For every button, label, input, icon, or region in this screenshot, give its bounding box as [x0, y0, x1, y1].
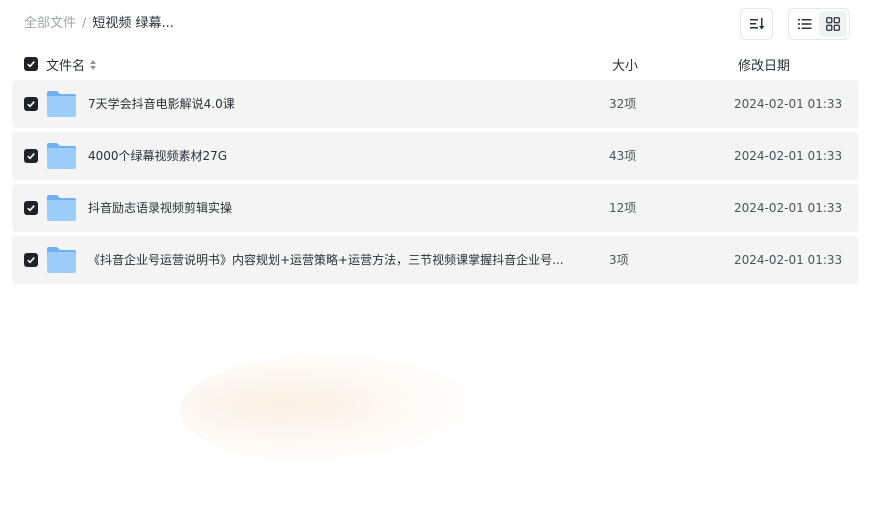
name-column-label: 文件名 [46, 59, 86, 74]
file-size: 32项 [609, 97, 637, 111]
sort-icon [749, 18, 764, 30]
size-column-header[interactable]: 大小 [612, 55, 638, 74]
folder-icon [47, 91, 76, 117]
date-column-header[interactable]: 修改日期 [738, 55, 790, 74]
breadcrumb-root-link[interactable]: 全部文件 [24, 16, 76, 31]
select-all-checkbox[interactable] [24, 57, 38, 71]
folder-icon [47, 143, 76, 169]
sort-button[interactable] [740, 8, 773, 40]
check-icon [27, 257, 35, 264]
view-toggle [788, 8, 850, 40]
top-bar: 全部文件 / 短视频 绿幕... [0, 0, 874, 48]
list-view-button[interactable] [791, 11, 819, 37]
file-size: 12项 [609, 201, 637, 215]
file-modified-date: 2024-02-01 01:33 [734, 201, 843, 215]
check-icon [27, 61, 35, 68]
row-checkbox[interactable] [24, 149, 38, 163]
name-column-header[interactable]: 文件名 [46, 55, 97, 74]
check-icon [27, 153, 35, 160]
file-name[interactable]: 4000个绿幕视频素材27G [88, 148, 227, 164]
sort-toggle-icon [90, 59, 97, 70]
breadcrumb-current: 短视频 绿幕... [92, 16, 174, 31]
file-size: 43项 [609, 149, 637, 163]
row-checkbox[interactable] [24, 253, 38, 267]
background-glow [180, 355, 480, 465]
breadcrumb: 全部文件 / 短视频 绿幕... [24, 15, 174, 33]
list-view-icon [798, 19, 812, 29]
check-icon [27, 205, 35, 212]
file-modified-date: 2024-02-01 01:33 [734, 253, 843, 267]
folder-icon [47, 195, 76, 221]
file-name[interactable]: 抖音励志语录视频剪辑实操 [88, 200, 232, 216]
file-name[interactable]: 7天学会抖音电影解说4.0课 [88, 96, 235, 112]
grid-view-button[interactable] [819, 11, 847, 37]
table-header: 文件名 大小 修改日期 [12, 52, 859, 76]
grid-view-icon [826, 17, 840, 31]
file-modified-date: 2024-02-01 01:33 [734, 149, 843, 163]
file-size: 3项 [609, 253, 629, 267]
breadcrumb-separator: / [82, 16, 87, 31]
file-modified-date: 2024-02-01 01:33 [734, 97, 843, 111]
table-row[interactable]: 7天学会抖音电影解说4.0课 32项 2024-02-01 01:33 [12, 80, 859, 128]
row-checkbox[interactable] [24, 97, 38, 111]
file-name[interactable]: 《抖音企业号运营说明书》内容规划+运营策略+运营方法，三节视频课掌握抖音企业号.… [88, 252, 564, 268]
table-row[interactable]: 《抖音企业号运营说明书》内容规划+运营策略+运营方法，三节视频课掌握抖音企业号.… [12, 236, 859, 284]
table-row[interactable]: 4000个绿幕视频素材27G 43项 2024-02-01 01:33 [12, 132, 859, 180]
table-row[interactable]: 抖音励志语录视频剪辑实操 12项 2024-02-01 01:33 [12, 184, 859, 232]
folder-icon [47, 247, 76, 273]
file-list: 7天学会抖音电影解说4.0课 32项 2024-02-01 01:33 4000… [12, 80, 859, 288]
check-icon [27, 101, 35, 108]
row-checkbox[interactable] [24, 201, 38, 215]
